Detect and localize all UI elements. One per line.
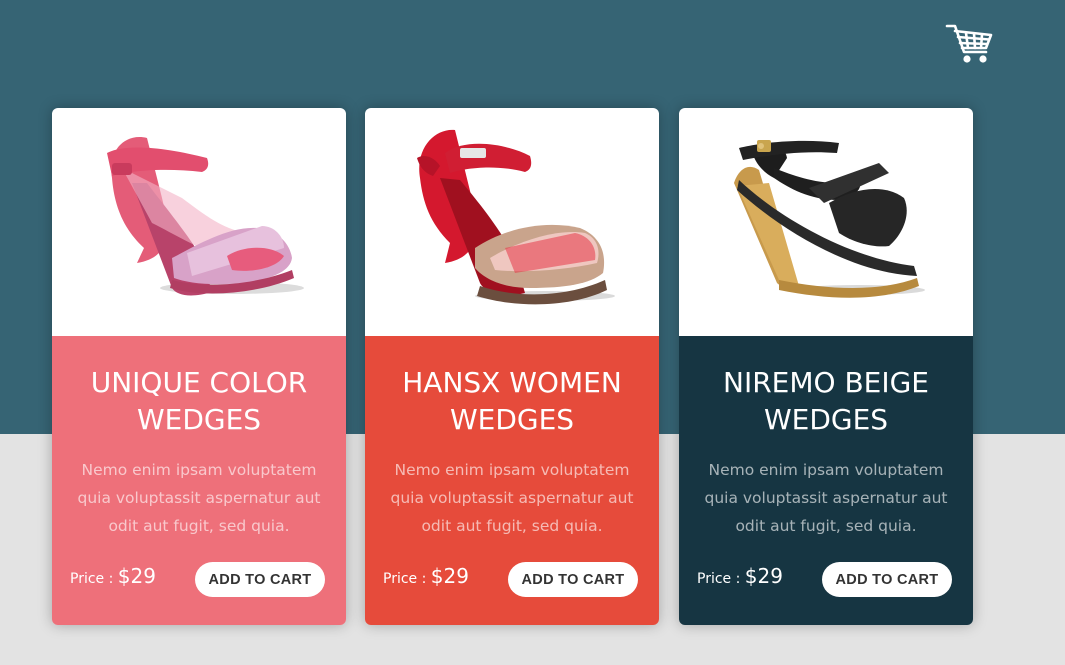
price-label: Price : <box>70 571 118 587</box>
product-title: NIREMO BEIGE WEDGES <box>723 366 929 436</box>
product-image[interactable] <box>679 108 973 336</box>
card-body: NIREMO BEIGE WEDGES Nemo enim ipsam volup… <box>679 336 973 625</box>
card-body: HANSX WOMEN WEDGES Nemo enim ipsam volupt… <box>365 336 659 625</box>
red-wedge-sandal-image <box>417 129 615 305</box>
price-value: $29 <box>430 564 469 588</box>
product-description: Nemo enim ipsam voluptatem quia voluptas… <box>390 461 634 535</box>
shopping-cart-icon[interactable] <box>944 22 994 66</box>
product-image[interactable] <box>52 108 346 336</box>
product-price: Price : $29 <box>70 564 156 588</box>
card-body: UNIQUE COLOR WEDGES Nemo enim ipsam volup… <box>52 336 346 625</box>
pink-wedge-sandal-image <box>107 137 304 296</box>
product-card: NIREMO BEIGE WEDGES Nemo enim ipsam volup… <box>679 108 973 625</box>
price-value: $29 <box>744 564 783 588</box>
product-price: Price : $29 <box>697 564 783 588</box>
product-description: Nemo enim ipsam voluptatem quia voluptas… <box>77 461 321 535</box>
product-image[interactable] <box>365 108 659 336</box>
price-value: $29 <box>117 564 156 588</box>
product-price: Price : $29 <box>383 564 469 588</box>
product-title: UNIQUE COLOR WEDGES <box>90 366 308 436</box>
product-card: HANSX WOMEN WEDGES Nemo enim ipsam volupt… <box>365 108 659 625</box>
add-to-cart-button[interactable]: ADD TO CART <box>822 562 952 597</box>
add-to-cart-button[interactable]: ADD TO CART <box>508 562 638 597</box>
price-label: Price : <box>697 571 745 587</box>
add-to-cart-button[interactable]: ADD TO CART <box>195 562 325 597</box>
product-title: HANSX WOMEN WEDGES <box>402 366 622 436</box>
product-description: Nemo enim ipsam voluptatem quia voluptas… <box>704 461 948 535</box>
black-cork-wedge-sandal-image <box>734 140 925 298</box>
price-label: Price : <box>383 571 431 587</box>
product-card: UNIQUE COLOR WEDGES Nemo enim ipsam volup… <box>52 108 346 625</box>
